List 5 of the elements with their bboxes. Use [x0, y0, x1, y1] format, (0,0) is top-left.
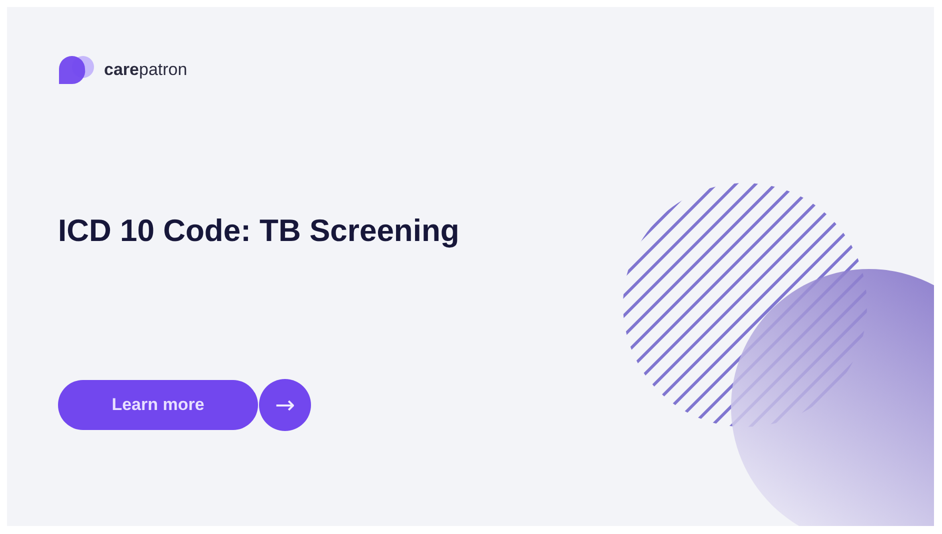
- brand-name: carepatron: [104, 60, 188, 80]
- learn-more-button[interactable]: Learn more: [58, 380, 258, 430]
- headline: ICD 10 Code: TB Screening: [58, 213, 460, 249]
- logo-icon: [58, 55, 96, 85]
- arrow-button[interactable]: →: [259, 379, 311, 431]
